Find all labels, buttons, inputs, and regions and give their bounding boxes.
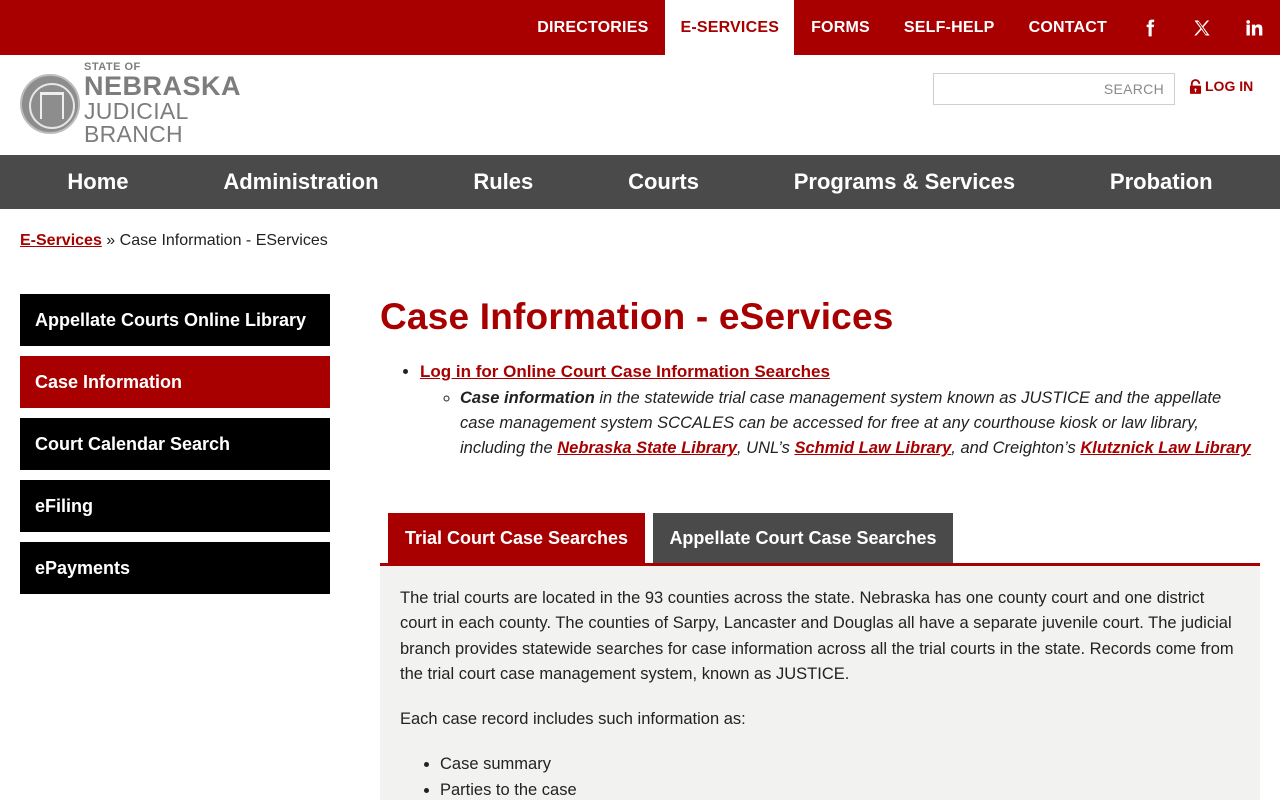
nebraska-state-library-link[interactable]: Nebraska State Library [557,439,737,457]
case-record-items: Case summary Parties to the case [440,751,1240,800]
info-list: Log in for Online Court Case Information… [420,360,1260,461]
main-nav: Home Administration Rules Courts Program… [0,155,1280,209]
logo-wordmark: STATE OF NEBRASKA JUDICIAL BRANCH [84,62,280,146]
nav-item-administration[interactable]: Administration [223,169,378,195]
list-item: Case information in the statewide trial … [460,386,1260,461]
nav-item-home[interactable]: Home [67,169,128,195]
nav-item-courts[interactable]: Courts [628,169,699,195]
utility-link-directories[interactable]: DIRECTORIES [520,0,665,55]
nav-item-probation[interactable]: Probation [1110,169,1213,195]
utility-link-contact[interactable]: CONTACT [1012,0,1124,55]
utility-nav: DIRECTORIES E-SERVICES FORMS SELF-HELP C… [520,0,1280,55]
site-logo[interactable]: STATE OF NEBRASKA JUDICIAL BRANCH [20,62,280,146]
case-information-strong: Case information [460,389,595,407]
login-link[interactable]: LOG IN [1189,78,1253,94]
tab-trial-court-case-searches[interactable]: Trial Court Case Searches [388,513,645,563]
login-label: LOG IN [1205,78,1254,94]
list-item: Case summary [440,751,1240,777]
sidebar: Appellate Courts Online Library Case Inf… [20,294,330,604]
top-utility-bar: DIRECTORIES E-SERVICES FORMS SELF-HELP C… [0,0,1280,55]
sidebar-item-epayments[interactable]: ePayments [20,542,330,594]
case-search-tabs: Trial Court Case Searches Appellate Cour… [380,513,1260,566]
lock-icon [1189,78,1202,94]
panel-paragraph-2: Each case record includes such informati… [400,710,746,729]
tab-appellate-court-case-searches[interactable]: Appellate Court Case Searches [653,513,953,563]
utility-link-forms[interactable]: FORMS [794,0,887,55]
sidebar-item-efiling[interactable]: eFiling [20,480,330,532]
logo-line-nebraska: NEBRASKA [84,71,242,101]
sidebar-item-appellate-courts-online-library[interactable]: Appellate Courts Online Library [20,294,330,346]
utility-link-self-help[interactable]: SELF-HELP [887,0,1012,55]
linkedin-icon[interactable] [1228,0,1280,55]
page-title: Case Information - eServices [380,296,894,337]
search-input[interactable] [933,73,1175,105]
facebook-icon[interactable] [1124,0,1176,55]
login-search-link[interactable]: Log in for Online Court Case Information… [420,362,830,381]
list-item: Log in for Online Court Case Information… [420,360,1260,461]
breadcrumb-current: Case Information - EServices [119,232,328,249]
list-item: Parties to the case [440,777,1240,800]
breadcrumb: E-Services » Case Information - EService… [20,232,328,250]
utility-link-e-services[interactable]: E-SERVICES [665,0,795,55]
state-seal-icon [20,74,80,134]
x-icon[interactable] [1176,0,1228,55]
nav-item-programs-services[interactable]: Programs & Services [794,169,1015,195]
breadcrumb-separator: » [101,232,120,249]
nav-item-rules[interactable]: Rules [473,169,533,195]
klutznick-law-library-link[interactable]: Klutznick Law Library [1080,439,1251,457]
sub-text-2: , UNL’s [737,439,795,457]
sidebar-item-case-information[interactable]: Case Information [20,356,330,408]
sub-list: Case information in the statewide trial … [460,386,1260,461]
panel-paragraph-1: The trial courts are located in the 93 c… [400,589,1234,683]
logo-line-judicial-branch: JUDICIAL BRANCH [84,98,188,147]
schmid-law-library-link[interactable]: Schmid Law Library [794,439,951,457]
main-content: Case Information - eServices Log in for … [380,294,1260,461]
sidebar-item-court-calendar-search[interactable]: Court Calendar Search [20,418,330,470]
tab-panel-trial-court: The trial courts are located in the 93 c… [380,566,1260,800]
breadcrumb-link-e-services[interactable]: E-Services [20,232,102,249]
sub-text-3: , and Creighton’s [951,439,1081,457]
